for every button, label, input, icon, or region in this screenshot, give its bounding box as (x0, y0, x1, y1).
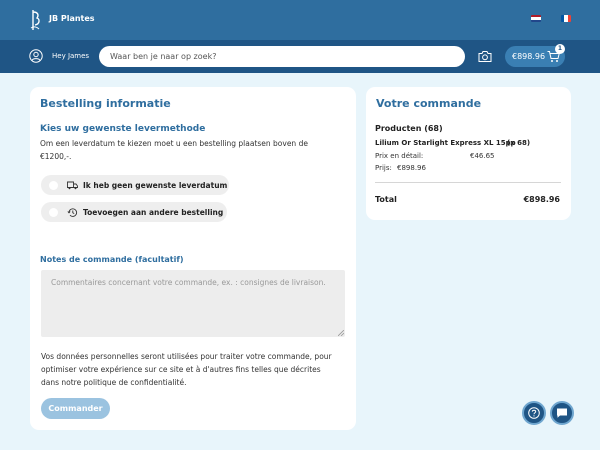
search-bar: Hey James €898.96 (0, 40, 600, 73)
history-icon (67, 207, 78, 217)
radio-no-delivery-date[interactable] (49, 180, 58, 190)
summary-divider (375, 182, 561, 183)
chat-button[interactable] (550, 401, 574, 425)
camera-icon[interactable] (478, 50, 492, 63)
help-button[interactable] (522, 401, 546, 425)
order-info-card: Bestelling informatie Kies uw gewenste l… (30, 87, 356, 430)
radio-add-to-other-order[interactable] (49, 207, 58, 217)
user-icon[interactable] (29, 49, 43, 63)
total-value: €898.96 (523, 195, 560, 204)
top-bar: JB Plantes (0, 0, 600, 40)
cart-total: €898.96 (512, 52, 546, 61)
brand-logo-icon[interactable] (28, 9, 44, 31)
resize-grip-icon[interactable] (338, 330, 344, 336)
privacy-notice: Vos données personnelles seront utilisée… (41, 352, 332, 387)
total-label: Total (375, 195, 397, 204)
delivery-hint: Om een leverdatum te kiezen moet u een b… (40, 139, 308, 161)
chat-icon (557, 408, 567, 418)
product-name: Lilium Or Starlight Express XL 15pp (375, 139, 516, 147)
option-no-delivery-date[interactable]: Ik heb geen gewenste leverdatum (41, 175, 229, 195)
order-button[interactable]: Commander (41, 398, 110, 419)
option-add-to-other-order[interactable]: Toevoegen aan andere bestelling (41, 202, 227, 222)
delivery-method-title: Kies uw gewenste levermethode (40, 124, 206, 134)
option-label: Ik heb geen gewenste leverdatum (83, 180, 228, 190)
truck-icon (67, 181, 78, 189)
notes-label: Notes de commande (facultatif) (40, 255, 184, 264)
brand-name[interactable]: JB Plantes (49, 14, 95, 23)
price-label: Prijs: (375, 164, 392, 172)
order-info-title: Bestelling informatie (40, 97, 171, 110)
user-greeting[interactable]: Hey James (52, 52, 89, 60)
summary-title: Votre commande (376, 97, 482, 110)
order-notes-field[interactable] (41, 270, 345, 337)
product-quantity: (x 68) (507, 139, 531, 147)
search-input[interactable] (99, 46, 465, 67)
retail-price-value: €46.65 (470, 152, 495, 160)
price-value: €898.96 (397, 164, 426, 172)
products-heading: Producten (68) (375, 124, 443, 133)
help-icon (528, 407, 540, 419)
flag-fr-icon[interactable] (561, 15, 571, 22)
option-label: Toevoegen aan andere bestelling (83, 207, 224, 217)
cart-count-badge: 1 (555, 44, 565, 54)
flag-nl-icon[interactable] (531, 15, 541, 22)
order-summary-card: Votre commande Producten (68) Lilium Or … (366, 87, 571, 220)
